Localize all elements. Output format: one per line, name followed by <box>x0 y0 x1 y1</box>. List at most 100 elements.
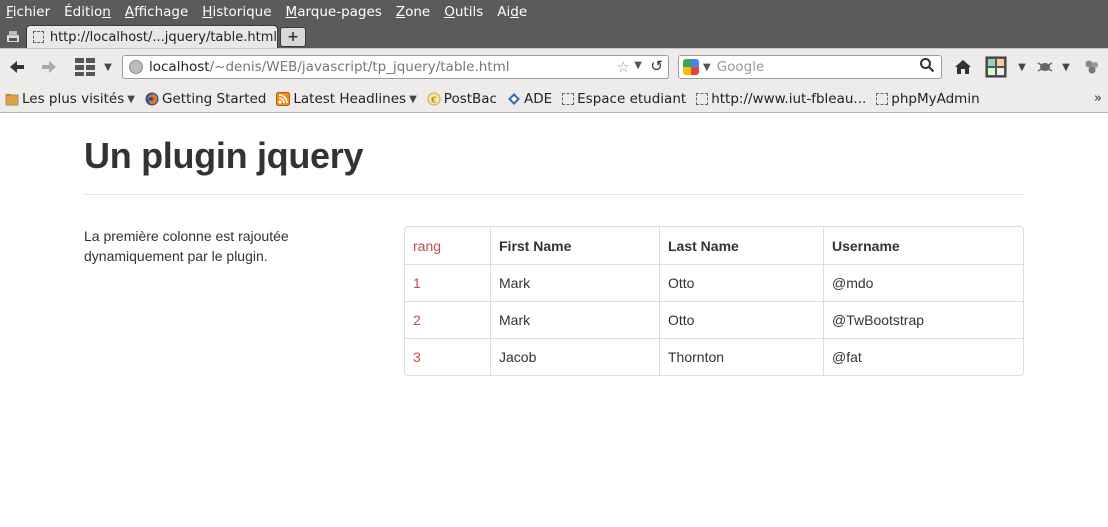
bookmark-phpmyadmin[interactable]: phpMyAdmin <box>876 91 980 107</box>
chevron-down-icon[interactable]: ▼ <box>1016 61 1028 73</box>
url-path: /~denis/WEB/javascript/tp_jquery/table.h… <box>209 59 510 75</box>
cell-username: @fat <box>823 338 1023 375</box>
column-header-rang: rang <box>413 237 442 254</box>
tab-list-icon[interactable] <box>4 28 22 45</box>
bookmark-iut-fbleau[interactable]: http://www.iut-fbleau... <box>696 91 866 107</box>
menu-label: Éditio <box>64 4 103 20</box>
cell-username: @mdo <box>823 264 1023 301</box>
menu-label: e <box>518 4 528 20</box>
tab-title: http://localhost/...jquery/table.html <box>49 29 277 45</box>
home-button[interactable] <box>952 56 974 78</box>
chevron-down-icon: ▼ <box>127 93 135 105</box>
firefox-icon <box>145 92 159 106</box>
menu-label: ffichage <box>134 4 189 20</box>
postbac-icon: € <box>427 92 441 106</box>
search-placeholder: Google <box>716 59 765 75</box>
home-icon <box>955 60 971 74</box>
addon-button[interactable] <box>984 55 1008 79</box>
menu-fichier[interactable]: Fichier <box>6 4 50 20</box>
menu-label: H <box>202 4 213 20</box>
chevron-down-icon[interactable]: ▼ <box>634 60 642 71</box>
bookmark-label: PostBac <box>443 91 497 107</box>
page-title: Un plugin jquery <box>84 135 364 176</box>
grid-icon <box>75 58 95 76</box>
chevron-down-icon[interactable]: ▼ <box>1060 61 1072 73</box>
tab-groups-button[interactable] <box>72 55 98 79</box>
table-row: 1 Mark Otto @mdo <box>405 264 1023 301</box>
page-favicon-icon <box>33 31 44 43</box>
menu-affichage[interactable]: Affichage <box>125 4 188 20</box>
bookmark-label: phpMyAdmin <box>891 91 980 107</box>
folder-icon <box>5 92 19 106</box>
menu-label: ichier <box>12 4 51 20</box>
table-header-row: rang First Name Last Name Username <box>405 227 1023 264</box>
column-header-first-name: First Name <box>490 227 659 264</box>
menu-historique[interactable]: Historique <box>202 4 271 20</box>
google-icon[interactable] <box>683 59 699 75</box>
bookmark-getting-started[interactable]: Getting Started <box>145 91 266 107</box>
menu-label: d <box>510 4 519 20</box>
extension-button[interactable] <box>1082 57 1102 77</box>
url-host: localhost <box>149 59 210 75</box>
chevron-down-icon[interactable]: ▼ <box>102 61 114 73</box>
divider <box>84 194 1024 195</box>
rss-icon <box>276 92 291 106</box>
reload-icon[interactable]: ↺ <box>650 57 663 75</box>
menu-marque-pages[interactable]: Marque-pages <box>286 4 382 20</box>
search-box[interactable]: ▼ Google <box>678 55 942 79</box>
column-header-last-name: Last Name <box>659 227 823 264</box>
chevron-down-icon[interactable]: ▼ <box>703 62 711 73</box>
cell-rang: 3 <box>405 338 490 375</box>
cell-username: @TwBootstrap <box>823 301 1023 338</box>
menu-label: n <box>102 4 111 20</box>
menu-label: utils <box>454 4 484 20</box>
bookmark-label: ADE <box>523 91 553 107</box>
page-content: Un plugin jquery La première colonne est… <box>0 114 1108 527</box>
bookmarks-bar: Les plus visités ▼ Getting Started Lates… <box>0 86 1108 113</box>
menu-outils[interactable]: Outils <box>444 4 483 20</box>
bookmark-label: http://www.iut-fbleau... <box>711 91 867 107</box>
svg-text:€: € <box>431 96 437 106</box>
bookmark-star-icon[interactable]: ☆ <box>617 58 630 76</box>
plus-icon: + <box>287 29 299 45</box>
column-header-username: Username <box>823 227 1023 264</box>
new-tab-button[interactable]: + <box>280 27 306 47</box>
bookmark-les-plus-visites[interactable]: Les plus visités ▼ <box>5 91 135 107</box>
bug-icon <box>1037 62 1053 72</box>
globe-icon <box>129 60 143 74</box>
menu-label: istorique <box>212 4 272 20</box>
table-row: 3 Jacob Thornton @fat <box>405 338 1023 375</box>
menu-aide[interactable]: Aide <box>497 4 527 20</box>
page-description: La première colonne est rajoutée dynamiq… <box>84 228 289 264</box>
cell-first-name: Mark <box>490 264 659 301</box>
more-bookmarks-icon[interactable]: » <box>1094 91 1102 106</box>
menu-label: O <box>444 4 455 20</box>
bug-button[interactable] <box>1034 57 1056 77</box>
cell-first-name: Mark <box>490 301 659 338</box>
bookmark-label: Espace etudiant <box>577 91 687 107</box>
menu-label: F <box>6 4 13 20</box>
cell-last-name: Otto <box>659 264 823 301</box>
tab-active[interactable]: http://localhost/...jquery/table.html <box>26 25 278 48</box>
bookmark-ade[interactable]: ADE <box>507 91 552 107</box>
addon-icon <box>985 56 1007 78</box>
ade-icon <box>507 92 521 106</box>
forward-button[interactable] <box>38 56 60 78</box>
bookmark-postbac[interactable]: € PostBac <box>427 91 497 107</box>
menu-label: Z <box>395 4 406 20</box>
chevron-down-icon: ▼ <box>409 93 417 105</box>
menu-edition[interactable]: Édition <box>64 4 111 20</box>
page-icon <box>876 93 889 105</box>
cell-rang: 1 <box>405 264 490 301</box>
menu-zone[interactable]: Zone <box>396 4 430 20</box>
back-button[interactable] <box>6 56 28 78</box>
menubar: Fichier Édition Affichage Historique Mar… <box>0 0 1108 24</box>
bookmark-espace-etudiant[interactable]: Espace etudiant <box>562 91 686 107</box>
tab-strip: http://localhost/...jquery/table.html + <box>0 24 1108 48</box>
menu-label: Ai <box>497 4 511 20</box>
cell-last-name: Otto <box>659 301 823 338</box>
bookmark-latest-headlines[interactable]: Latest Headlines ▼ <box>276 91 417 107</box>
navigation-toolbar: ▼ localhost/~denis/WEB/javascript/tp_jqu… <box>0 48 1108 86</box>
url-bar[interactable]: localhost/~denis/WEB/javascript/tp_jquer… <box>122 55 669 79</box>
search-icon[interactable] <box>919 57 935 77</box>
